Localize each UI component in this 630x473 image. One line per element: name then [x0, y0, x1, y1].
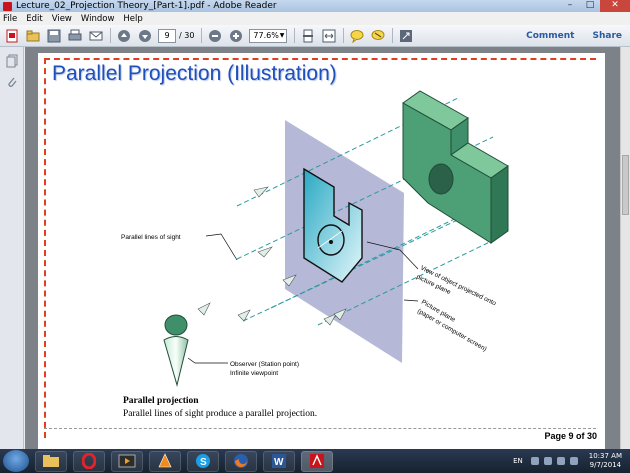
page-thumbnails-icon[interactable]: [5, 54, 19, 68]
close-button[interactable]: ✕: [600, 0, 630, 12]
previous-page-icon[interactable]: [116, 28, 132, 44]
share-button[interactable]: Share: [592, 31, 622, 41]
observer-figure: [163, 314, 189, 387]
clock-time: 10:37 AM: [588, 452, 622, 460]
network-icon[interactable]: [543, 457, 552, 465]
sticky-note-icon[interactable]: [349, 28, 365, 44]
opera-icon[interactable]: [73, 450, 105, 472]
language-indicator[interactable]: EN: [513, 457, 523, 465]
expand-icon[interactable]: [398, 28, 414, 44]
menu-help[interactable]: Help: [123, 14, 142, 24]
parallel-projection-figure: Parallel lines of sight Observer (Statio…: [121, 90, 509, 387]
toolbar-separator: [343, 28, 345, 43]
taskbar: S W EN 10:37 AM 9/7/2014: [0, 449, 630, 473]
highlight-icon[interactable]: [370, 28, 386, 44]
minimize-button[interactable]: –: [560, 0, 580, 12]
vlc-icon[interactable]: [149, 450, 181, 472]
pdf-page: Parallel Projection (Illustration) Paral…: [38, 53, 605, 449]
toolbar-separator: [110, 28, 111, 43]
toolbar-separator: [392, 28, 394, 43]
battery-icon[interactable]: [556, 457, 565, 465]
label-observer-1: Observer (Station point): [230, 361, 299, 368]
clock[interactable]: 10:37 AM 9/7/2014: [589, 452, 622, 470]
adobe-reader-task-icon[interactable]: [301, 450, 333, 472]
menu-bar: File Edit View Window Help: [0, 12, 630, 25]
firefox-icon[interactable]: [225, 450, 257, 472]
fit-width-icon[interactable]: [321, 28, 337, 44]
system-tray: EN 10:37 AM 9/7/2014: [513, 449, 626, 473]
toolbar-separator: [294, 28, 296, 43]
window-title: Lecture_02_Projection Theory_[Part-1].pd…: [16, 1, 277, 11]
adobe-reader-icon: [3, 1, 12, 11]
menu-file[interactable]: File: [3, 14, 17, 24]
fit-page-icon[interactable]: [300, 28, 316, 44]
folder-icon[interactable]: [35, 450, 67, 472]
media-player-icon[interactable]: [111, 450, 143, 472]
menu-view[interactable]: View: [52, 14, 72, 24]
word-icon[interactable]: W: [263, 450, 295, 472]
menu-window[interactable]: Window: [81, 14, 115, 24]
caption-title: Parallel projection: [123, 396, 199, 406]
zoom-in-icon[interactable]: [228, 28, 244, 44]
chevron-down-icon: ▼: [279, 31, 285, 39]
left-panel: [0, 47, 24, 449]
page-label: Page 9 of 30: [544, 431, 597, 441]
zoom-out-icon[interactable]: [207, 28, 223, 44]
zoom-select[interactable]: 77.6% ▼: [249, 28, 288, 43]
volume-icon[interactable]: [569, 457, 578, 465]
svg-text:S: S: [200, 457, 207, 468]
start-button[interactable]: [3, 450, 29, 472]
scrollbar-thumb[interactable]: [622, 155, 629, 215]
page-total: / 30: [179, 31, 195, 40]
green-object: [402, 90, 509, 244]
toolbar-separator: [201, 28, 203, 43]
clock-date: 9/7/2014: [589, 461, 622, 469]
skype-icon[interactable]: S: [187, 450, 219, 472]
open-icon[interactable]: [25, 28, 41, 44]
save-icon[interactable]: [46, 28, 62, 44]
zoom-value: 77.6%: [253, 30, 279, 40]
menu-edit[interactable]: Edit: [26, 14, 42, 24]
email-icon[interactable]: [88, 28, 104, 44]
vertical-scrollbar[interactable]: [620, 47, 630, 449]
page-number-input[interactable]: 9: [158, 28, 176, 43]
toolbar: 9 / 30 77.6% ▼ Comment Share: [0, 25, 630, 47]
maximize-button[interactable]: □: [580, 0, 600, 12]
next-page-icon[interactable]: [137, 28, 153, 44]
create-pdf-icon[interactable]: [4, 28, 20, 44]
comment-button[interactable]: Comment: [526, 31, 574, 41]
caption-text: Parallel lines of sight produce a parall…: [123, 409, 318, 419]
title-bar: Lecture_02_Projection Theory_[Part-1].pd…: [0, 0, 630, 12]
print-icon[interactable]: [67, 28, 83, 44]
tray-icon[interactable]: [530, 457, 539, 465]
label-observer-2: Infinite viewpoint: [230, 370, 278, 377]
label-lines-of-sight: Parallel lines of sight: [121, 234, 181, 241]
attachments-icon[interactable]: [5, 75, 19, 89]
svg-text:W: W: [274, 457, 284, 468]
